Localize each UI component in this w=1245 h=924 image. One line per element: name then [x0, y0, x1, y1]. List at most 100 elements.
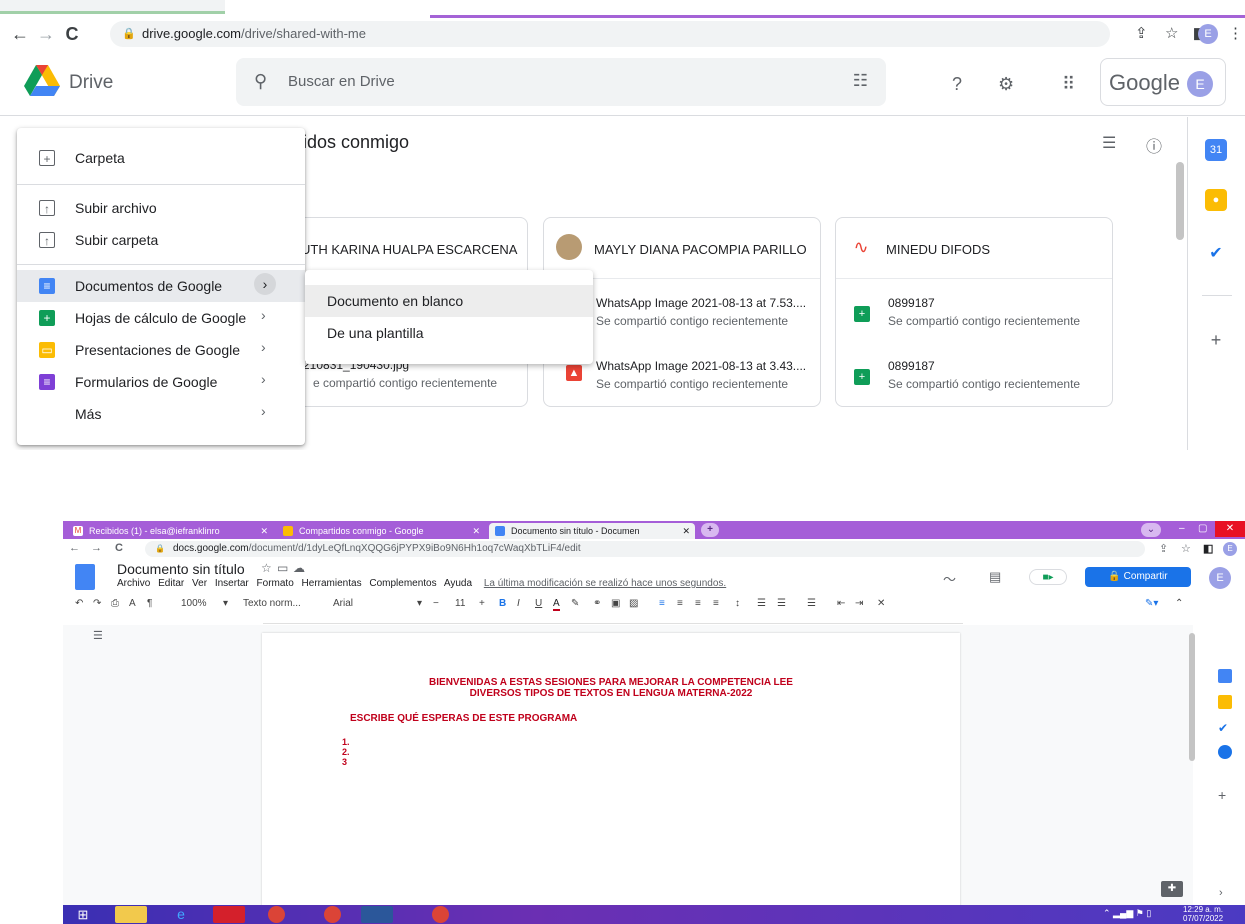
drive-logo-icon[interactable]	[24, 65, 60, 97]
profile-avatar[interactable]: E	[1198, 24, 1218, 44]
gear-icon[interactable]: ⚙	[998, 74, 1014, 95]
star-icon[interactable]: ☆	[261, 561, 272, 575]
menu-item-google-slides[interactable]: ▭ Presentaciones de Google ›	[17, 334, 305, 366]
close-icon[interactable]: ✕	[682, 523, 690, 539]
docs-logo-icon[interactable]	[75, 564, 95, 590]
collapse-icon[interactable]: ⌃	[1175, 598, 1183, 609]
add-addon-icon[interactable]: +	[1218, 787, 1226, 803]
menu-formato[interactable]: Formato	[257, 578, 294, 589]
calendar-icon[interactable]	[1218, 669, 1232, 683]
menu-item-google-forms[interactable]: ≡ Formularios de Google ›	[17, 366, 305, 398]
internet-explorer-icon[interactable]: e	[165, 906, 197, 923]
meet-icon[interactable]: ■▸	[1029, 569, 1067, 585]
menu-herramientas[interactable]: Herramientas	[302, 578, 362, 589]
profile-avatar[interactable]: E	[1223, 542, 1237, 556]
windows-start-icon[interactable]: ⊞	[67, 906, 99, 923]
comment-icon[interactable]: ▣	[611, 598, 620, 609]
chevron-down-icon[interactable]: ▾	[417, 598, 422, 609]
ruler[interactable]	[263, 615, 963, 624]
highlight-icon[interactable]: ✎	[571, 598, 579, 609]
kebab-menu-icon[interactable]: ⋮	[1228, 24, 1243, 42]
chevron-right-icon[interactable]: ›	[261, 371, 266, 387]
tab-drive[interactable]: Compartidos conmigo - Google ✕	[277, 523, 485, 539]
share-icon[interactable]: ⇪	[1159, 542, 1168, 555]
help-icon[interactable]: ?	[952, 74, 962, 95]
last-edit-link[interactable]: La última modificación se realizó hace u…	[484, 578, 726, 589]
align-left-icon[interactable]: ≡	[659, 598, 665, 609]
menu-item-google-sheets[interactable]: + Hojas de cálculo de Google ›	[17, 302, 305, 334]
submenu-item-blank-document[interactable]: Documento en blanco	[305, 285, 593, 317]
file-item[interactable]: + 0899187 Se compartió contigo recientem…	[848, 359, 1108, 403]
file-item[interactable]: WhatsApp Image 2021-08-13 at 7.53.... Se…	[556, 296, 816, 340]
print-icon[interactable]: ⎙	[111, 598, 119, 609]
menu-complementos[interactable]: Complementos	[369, 578, 436, 589]
align-center-icon[interactable]: ≡	[677, 598, 683, 609]
chevron-right-icon[interactable]: ›	[1219, 887, 1223, 899]
chrome-icon[interactable]	[268, 906, 285, 923]
menu-item-folder[interactable]: + Carpeta	[17, 142, 305, 174]
bold-icon[interactable]: B	[499, 598, 506, 609]
chrome-icon[interactable]	[432, 906, 449, 923]
file-item[interactable]: + 0899187 Se compartió contigo recientem…	[848, 296, 1108, 340]
acrobat-icon[interactable]	[213, 906, 245, 923]
keep-icon[interactable]: ●	[1205, 189, 1227, 211]
link-icon[interactable]: ⚭	[593, 598, 601, 609]
spellcheck-icon[interactable]: A	[129, 598, 136, 609]
new-tab-button[interactable]: +	[701, 523, 719, 537]
chevron-right-icon[interactable]: ›	[261, 403, 266, 419]
menu-item-google-docs[interactable]: ≡ Documentos de Google ›	[17, 270, 305, 302]
calendar-icon[interactable]: 31	[1205, 139, 1227, 161]
bulleted-list-icon[interactable]: ☰	[777, 598, 786, 609]
decrease-indent-icon[interactable]: ⇤	[837, 598, 845, 609]
minimize-icon[interactable]: –	[1179, 523, 1185, 534]
chevron-right-icon[interactable]: ›	[254, 273, 276, 295]
account-avatar[interactable]: E	[1209, 567, 1231, 589]
decrease-size-icon[interactable]: −	[433, 598, 439, 609]
back-icon[interactable]: ←	[8, 22, 32, 46]
comments-icon[interactable]: ▤	[989, 569, 1001, 585]
address-bar[interactable]: 🔒 docs.google.com/document/d/1dyLeQfLnqX…	[145, 541, 1145, 557]
side-panel-icon[interactable]: ◧	[1203, 542, 1213, 555]
zoom-select[interactable]: 100%	[181, 598, 207, 609]
clear-format-icon[interactable]: ✕	[877, 598, 885, 609]
close-icon[interactable]: ✕	[472, 523, 480, 539]
menu-archivo[interactable]: Archivo	[117, 578, 150, 589]
file-explorer-icon[interactable]	[115, 906, 147, 923]
font-size-input[interactable]: 11	[455, 598, 465, 609]
move-folder-icon[interactable]: ▭	[277, 561, 288, 575]
chrome-icon[interactable]	[324, 906, 341, 923]
chevron-right-icon[interactable]: ›	[261, 339, 266, 355]
system-clock[interactable]: 12:29 a. m. 07/07/2022	[1183, 905, 1223, 923]
close-window-icon[interactable]: ✕	[1215, 521, 1245, 537]
back-icon[interactable]: ←	[69, 542, 80, 554]
search-icon[interactable]: ⚲	[254, 71, 267, 92]
line-spacing-icon[interactable]: ↕	[735, 598, 740, 609]
apps-grid-icon[interactable]: ⠿	[1062, 74, 1075, 95]
underline-icon[interactable]: U	[535, 598, 542, 609]
outline-icon[interactable]: ☰	[93, 629, 103, 642]
menu-ver[interactable]: Ver	[192, 578, 207, 589]
activity-icon[interactable]: 〜	[943, 569, 956, 588]
address-bar[interactable]: 🔒 drive.google.com/drive/shared-with-me	[110, 21, 1110, 47]
document-page[interactable]: BIENVENIDAS A ESTAS SESIONES PARA MEJORA…	[262, 633, 960, 913]
checklist-icon[interactable]: ☰	[757, 598, 766, 609]
reload-icon[interactable]: C	[115, 542, 123, 554]
shared-card[interactable]: ∿ MINEDU DIFODS + 0899187 Se compartió c…	[835, 217, 1113, 407]
menu-insertar[interactable]: Insertar	[215, 578, 249, 589]
explore-button[interactable]: ✚	[1161, 881, 1183, 897]
editing-mode-icon[interactable]: ✎▾	[1145, 598, 1158, 609]
increase-size-icon[interactable]: +	[479, 598, 485, 609]
info-icon[interactable]: ⓘ	[1146, 133, 1162, 157]
italic-icon[interactable]: I	[517, 598, 520, 609]
menu-editar[interactable]: Editar	[158, 578, 184, 589]
text-color-icon[interactable]: A	[553, 598, 560, 611]
chevron-down-icon[interactable]: ⌄	[1141, 523, 1161, 537]
close-icon[interactable]: ✕	[260, 523, 268, 539]
share-button[interactable]: 🔒 Compartir	[1085, 567, 1191, 587]
tasks-icon[interactable]: ✔	[1205, 243, 1227, 265]
add-addon-icon[interactable]: +	[1205, 329, 1227, 351]
account-avatar[interactable]: E	[1187, 71, 1213, 97]
list-view-icon[interactable]: ☰	[1102, 133, 1116, 153]
bookmark-star-icon[interactable]: ☆	[1181, 542, 1191, 555]
bookmark-star-icon[interactable]: ☆	[1165, 24, 1178, 42]
